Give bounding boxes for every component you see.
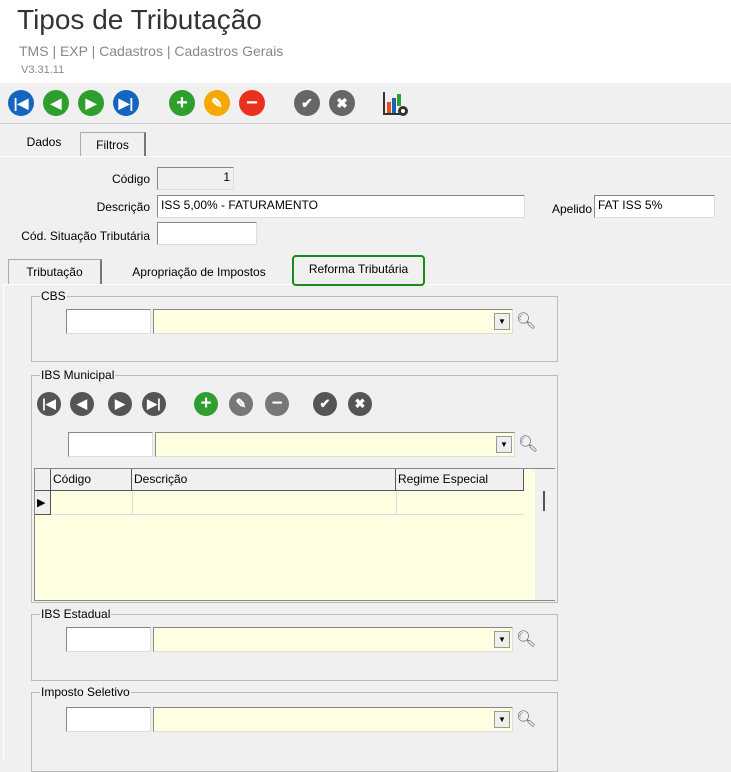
edit-button[interactable]: ✎ [229, 392, 253, 416]
tab-filtros[interactable]: Filtros [80, 132, 146, 156]
ibs-estadual-combo[interactable]: ▼ [153, 627, 513, 652]
ibs-municipal-grid[interactable]: Código Descrição Regime Especial ▶ [34, 468, 555, 601]
version-label: V3.31.11 [21, 64, 65, 76]
chevron-down-icon[interactable]: ▼ [496, 436, 512, 453]
delete-button[interactable]: − [265, 392, 289, 416]
cbs-code-field[interactable] [66, 309, 151, 334]
confirm-button[interactable]: ✔ [294, 90, 320, 116]
chevron-down-icon[interactable]: ▼ [494, 631, 510, 648]
chevron-down-icon[interactable]: ▼ [494, 711, 510, 728]
cancel-button[interactable]: ✖ [348, 392, 372, 416]
tab-label: Filtros [96, 137, 129, 152]
subtab-apropriacao[interactable]: Apropriação de Impostos [104, 259, 294, 284]
table-row[interactable] [51, 491, 524, 515]
group-title: IBS Municipal [40, 368, 116, 382]
subtab-tributacao[interactable]: Tributação [8, 259, 102, 284]
apelido-field[interactable]: FAT ISS 5% [594, 195, 715, 218]
grid-scrollbar[interactable] [535, 469, 555, 600]
group-title: CBS [40, 289, 67, 303]
apelido-label: Apelido [551, 202, 592, 216]
search-icon[interactable]: 🔍︎ [516, 709, 536, 729]
tab-label: Tributação [26, 265, 83, 279]
cst-field[interactable] [157, 222, 257, 245]
codigo-field[interactable]: 1 [157, 167, 234, 190]
imposto-seletivo-group: Imposto Seletivo [31, 685, 558, 772]
descricao-field[interactable]: ISS 5,00% - FATURAMENTO [157, 195, 525, 218]
next-record-button[interactable]: ▶ [78, 90, 104, 116]
page-title: Tipos de Tributação [17, 4, 262, 35]
chart-settings-icon [383, 92, 408, 116]
imposto-seletivo-combo[interactable]: ▼ [153, 707, 513, 732]
confirm-button[interactable]: ✔ [313, 392, 337, 416]
chevron-down-icon[interactable]: ▼ [494, 313, 510, 330]
cancel-button[interactable]: ✖ [329, 90, 355, 116]
report-chart-button[interactable] [382, 90, 410, 118]
grid-indicator-header [35, 469, 51, 491]
row-indicator-icon: ▶ [35, 491, 51, 515]
delete-button[interactable]: − [239, 90, 265, 116]
grid-header-codigo[interactable]: Código [51, 469, 132, 491]
ibs-municipal-code-field[interactable] [68, 432, 153, 457]
first-record-button[interactable]: |◀ [8, 90, 34, 116]
search-icon[interactable]: 🔍︎ [516, 311, 536, 331]
first-record-button[interactable]: |◀ [37, 392, 61, 416]
last-record-button[interactable]: ▶| [113, 90, 139, 116]
tab-label: Apropriação de Impostos [132, 264, 266, 279]
tab-dados[interactable]: Dados [8, 128, 80, 156]
previous-record-button[interactable]: ◀ [70, 392, 94, 416]
grid-header-regime[interactable]: Regime Especial [396, 469, 524, 491]
tab-label: Reforma Tributária [308, 262, 409, 276]
add-button[interactable]: + [194, 392, 218, 416]
imposto-seletivo-code-field[interactable] [66, 707, 151, 732]
cbs-combo[interactable]: ▼ [153, 309, 513, 334]
tab-label: Dados [26, 135, 62, 149]
subtab-reforma-tributaria[interactable]: Reforma Tributária [292, 255, 425, 286]
breadcrumb: TMS | EXP | Cadastros | Cadastros Gerais [19, 43, 284, 59]
group-title: Imposto Seletivo [40, 685, 131, 699]
ibs-estadual-code-field[interactable] [66, 627, 151, 652]
search-icon[interactable]: 🔍︎ [518, 434, 538, 454]
ibs-municipal-combo[interactable]: ▼ [155, 432, 515, 457]
descricao-label: Descrição [96, 200, 150, 214]
edit-button[interactable]: ✎ [204, 90, 230, 116]
codigo-label: Código [111, 172, 150, 186]
grid-header-descricao[interactable]: Descrição [132, 469, 396, 491]
last-record-button[interactable]: ▶| [142, 392, 166, 416]
next-record-button[interactable]: ▶ [108, 392, 132, 416]
search-icon[interactable]: 🔍︎ [516, 629, 536, 649]
group-title: IBS Estadual [40, 607, 112, 621]
previous-record-button[interactable]: ◀ [43, 90, 69, 116]
cst-label: Cód. Situação Tributária [21, 229, 150, 243]
add-button[interactable]: + [169, 90, 195, 116]
